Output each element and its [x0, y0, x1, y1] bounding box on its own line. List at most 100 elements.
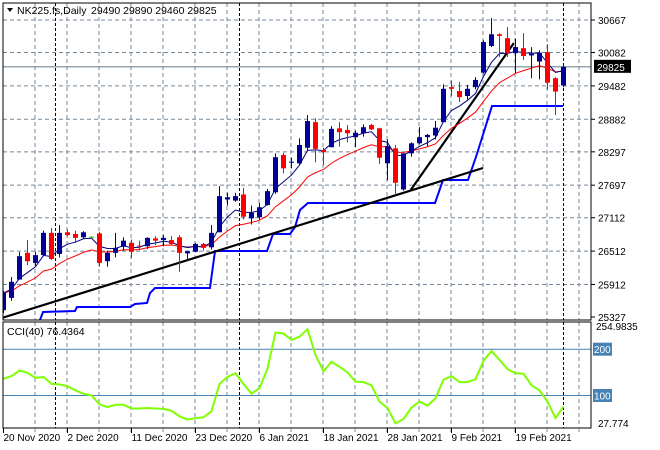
y-tick-label: 27112: [598, 214, 626, 225]
candle: [337, 122, 342, 147]
candle: [425, 133, 430, 147]
candle: [49, 227, 54, 261]
candle-body: [65, 232, 70, 236]
x-tick-label: 11 Dec 2020: [132, 433, 188, 444]
candle: [473, 77, 478, 90]
candle: [121, 237, 126, 251]
candle: [377, 127, 382, 164]
candle: [329, 126, 334, 148]
candle-body: [337, 128, 342, 133]
candle-body: [225, 197, 230, 200]
candle: [545, 44, 550, 90]
dropdown-triangle-icon: [7, 8, 13, 12]
candle: [537, 50, 542, 80]
candle: [289, 157, 294, 169]
candle-body: [137, 245, 142, 247]
candle: [401, 153, 406, 191]
candle-body: [33, 255, 38, 263]
candle-body: [321, 149, 326, 153]
candle-body: [417, 137, 422, 144]
candle: [217, 186, 222, 233]
candle-body: [353, 132, 358, 138]
candle-body: [529, 53, 534, 56]
candle-body: [313, 122, 318, 149]
candle: [129, 239, 134, 258]
candle-body: [489, 34, 494, 46]
candle: [281, 152, 286, 174]
candle: [409, 142, 414, 157]
candle-body: [289, 161, 294, 163]
candle-body: [73, 233, 78, 238]
candle-body: [281, 154, 286, 169]
candle-body: [81, 232, 86, 238]
candle-body: [457, 91, 462, 98]
candle: [393, 144, 398, 196]
candle-body: [249, 212, 254, 219]
candle: [313, 118, 318, 163]
x-tick-label: 28 Jan 2021: [388, 433, 443, 444]
y-tick-label: 29482: [598, 82, 626, 93]
candle-body: [145, 237, 150, 247]
price-chart: 30667 30082 29482 28882 28297 27697 27112 26512…: [2, 2, 638, 444]
cci-max-label: 254.9835: [596, 322, 638, 333]
candle: [153, 236, 158, 246]
cci-plot: [3, 322, 591, 428]
candle: [57, 225, 62, 258]
candle-body: [161, 237, 166, 241]
candle-body: [233, 196, 238, 201]
candle: [201, 242, 206, 251]
candle-body: [393, 148, 398, 183]
candle: [449, 80, 454, 97]
candle-body: [305, 121, 310, 148]
x-tick-label: 19 Feb 2021: [516, 433, 573, 444]
x-tick-label: 6 Jan 2021: [260, 433, 310, 444]
y-tick-label: 28882: [598, 115, 626, 126]
x-tick-label: 18 Jan 2021: [324, 433, 379, 444]
candle: [305, 114, 310, 150]
candle-body: [497, 34, 502, 36]
candle: [321, 147, 326, 165]
candle-body: [345, 129, 350, 134]
candle-body: [153, 238, 158, 241]
candle-body: [241, 194, 246, 217]
candle: [521, 33, 526, 60]
cci-level-label: 200: [594, 345, 611, 356]
candle: [465, 84, 470, 100]
y-tick-label: 30667: [598, 16, 626, 27]
y-tick-label: 26512: [598, 247, 626, 258]
current-price-label: 29825: [597, 63, 625, 74]
candle: [489, 18, 494, 48]
candle-body: [257, 207, 262, 218]
candle-body: [553, 78, 558, 92]
step-support-line: [39, 104, 564, 320]
x-tick-label: 2 Dec 2020: [68, 433, 120, 444]
candle-body: [105, 252, 110, 262]
candle-body: [329, 128, 334, 148]
candle-body: [297, 144, 302, 164]
chart-ohlc-values: 29490 29890 29460 29825: [91, 5, 217, 17]
candle: [161, 235, 166, 247]
candle-body: [49, 232, 54, 259]
candle: [241, 187, 246, 220]
y-tick-label: 25912: [598, 280, 626, 291]
candle: [81, 231, 86, 239]
cci-level-label: 100: [594, 392, 611, 403]
candle-body: [273, 157, 278, 193]
candle: [553, 77, 558, 115]
candle-body: [361, 127, 366, 134]
candle: [233, 192, 238, 202]
chart-symbol-title: NK225.fs,Daily: [17, 5, 87, 17]
candle-body: [385, 146, 390, 164]
candle: [65, 229, 70, 237]
candle: [97, 231, 102, 267]
candle-body: [505, 38, 510, 54]
candle: [25, 240, 30, 266]
candle-body: [513, 47, 518, 54]
candle-body: [433, 127, 438, 136]
candle: [257, 202, 262, 220]
candle-body: [425, 134, 430, 138]
candle-body: [537, 52, 542, 62]
x-tick-label: 20 Nov 2020: [4, 433, 61, 444]
candle: [417, 127, 422, 145]
candle: [361, 124, 366, 137]
